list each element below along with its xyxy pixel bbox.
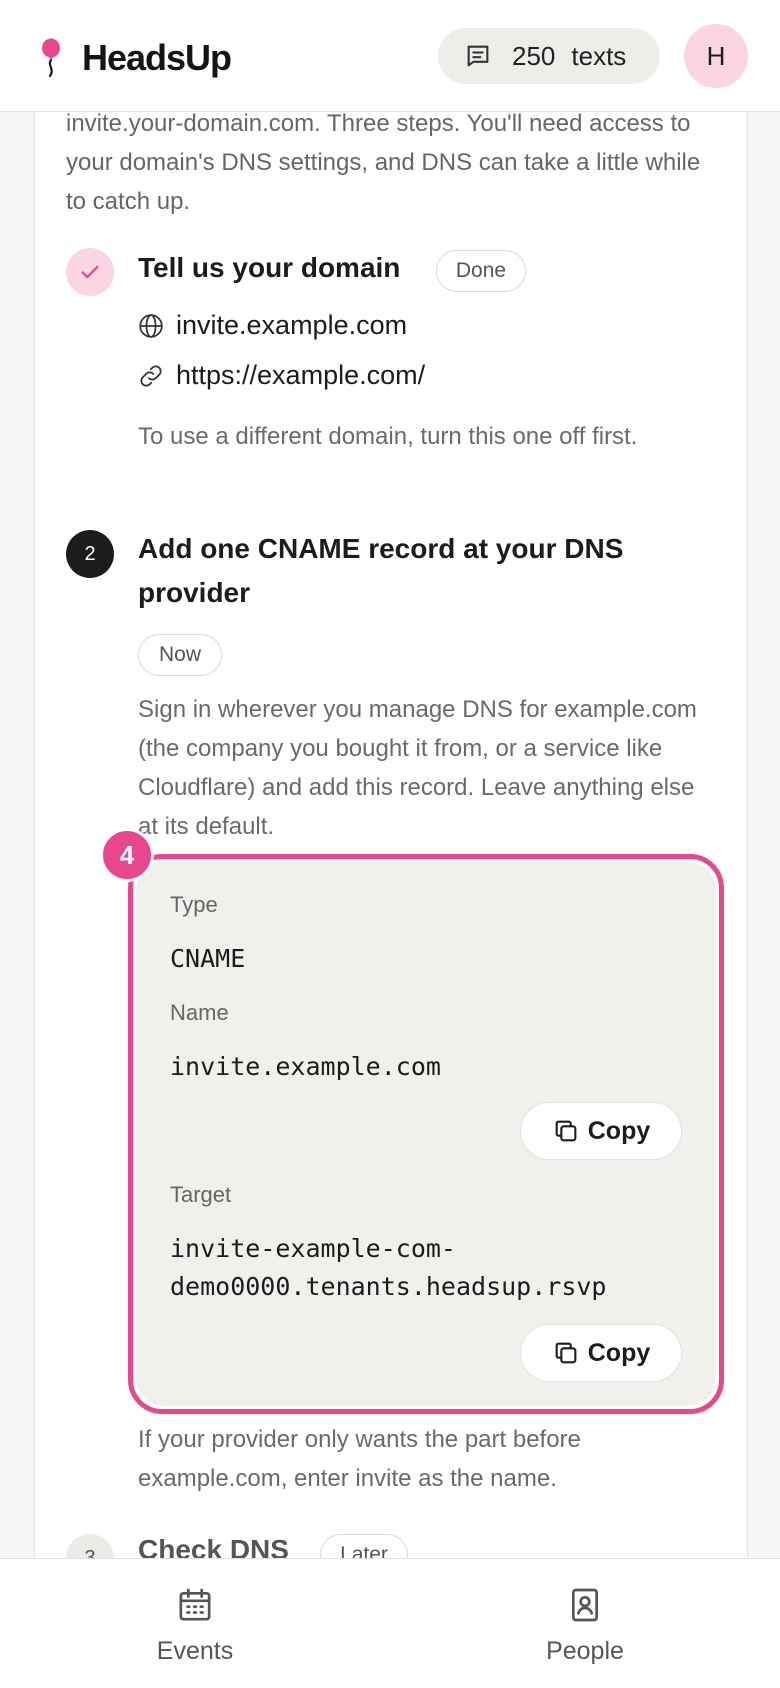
page: invite.your-domain.com. Three steps. You… — [0, 0, 780, 1688]
copy-target-label: Copy — [587, 1338, 651, 1367]
step-2-instructions: Sign in wherever you manage DNS for exam… — [138, 696, 697, 840]
copy-name-label: Copy — [587, 1116, 651, 1145]
site-url-text[interactable]: https://example.com/ — [176, 360, 425, 391]
calendar-icon — [179, 1588, 211, 1621]
check-icon — [81, 265, 99, 279]
step-2-title: Add one CNAME record at your DNS provide… — [138, 533, 624, 608]
domain-row: invite.example.com — [138, 310, 407, 341]
record-name-label: Name — [170, 1000, 229, 1025]
brand-name: HeadsUp — [82, 37, 232, 78]
step-done-marker — [66, 248, 114, 296]
nav-item-people[interactable]: People — [485, 1585, 685, 1666]
record-type-label: Type — [170, 892, 218, 917]
bottom-nav: Events People — [0, 1558, 780, 1688]
step-2-marker: 2 — [66, 530, 114, 578]
copy-icon — [555, 1342, 577, 1364]
nav-item-events[interactable]: Events — [95, 1585, 295, 1666]
step-2-status-badge: Now — [138, 634, 222, 676]
copy-name-button[interactable]: Copy — [520, 1102, 682, 1160]
step-1-note: To use a different domain, turn this one… — [138, 423, 638, 450]
record-target-value-line1: invite-example-com- — [170, 1234, 456, 1263]
contact-book-icon — [572, 1588, 598, 1622]
brand[interactable]: HeadsUp — [38, 36, 232, 80]
intro-text: invite.your-domain.com. Three steps. You… — [66, 110, 701, 215]
nav-people-label: People — [546, 1637, 624, 1665]
balloon-logo-icon — [42, 38, 60, 78]
text-credits-pill[interactable]: 250 texts — [438, 28, 660, 84]
step-1-title: Tell us your domain — [138, 252, 401, 283]
site-url-row: https://example.com/ — [138, 360, 425, 391]
record-target-value-line2: demo0000.tenants.headsup.rsvp — [170, 1272, 607, 1301]
link-icon — [140, 364, 162, 387]
copy-icon — [555, 1120, 577, 1142]
nav-events-label: Events — [156, 1637, 234, 1665]
app-header: HeadsUp 250 texts H — [0, 0, 780, 112]
copy-target-button[interactable]: Copy — [520, 1324, 682, 1382]
message-icon — [467, 45, 489, 67]
step-2-number: 2 — [84, 542, 96, 565]
record-type-value: CNAME — [170, 944, 246, 973]
step-2-footnote: If your provider only wants the part bef… — [138, 1426, 581, 1492]
domain-text: invite.example.com — [176, 310, 408, 340]
globe-icon — [139, 313, 163, 338]
highlight-badge: 4 — [100, 828, 154, 882]
avatar[interactable]: H — [684, 24, 748, 88]
record-name-value: invite.example.com — [170, 1052, 441, 1081]
step-1-status-badge: Done — [436, 250, 526, 292]
record-target-label: Target — [170, 1182, 232, 1207]
credits-unit: texts — [571, 40, 627, 71]
credits-count: 250 — [512, 40, 556, 71]
